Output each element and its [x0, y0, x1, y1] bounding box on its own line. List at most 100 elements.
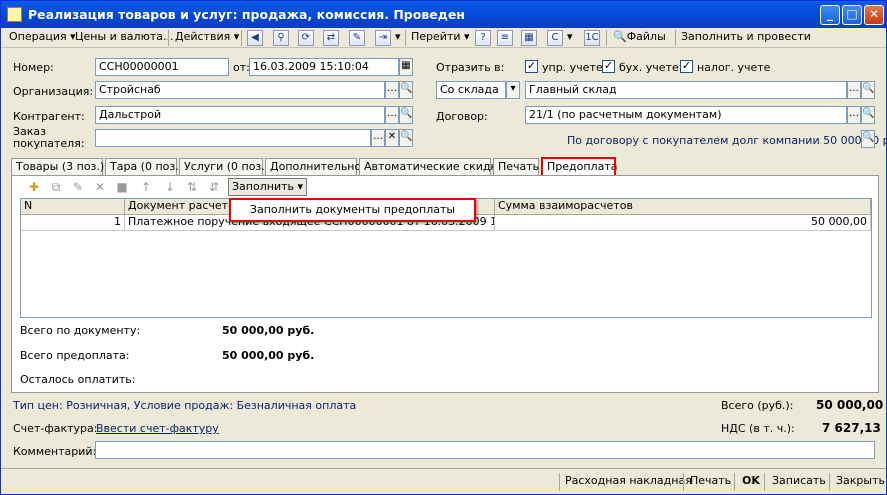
bottom-separator [734, 473, 735, 491]
back-icon[interactable]: ◀ [247, 30, 263, 46]
column-header-n[interactable]: N [21, 199, 125, 215]
org-select-button[interactable]: … [385, 81, 399, 99]
org-search-icon[interactable]: 🔍 [399, 81, 413, 99]
total-prepay-value: 50 000,00 руб. [222, 349, 315, 362]
table-cell-n[interactable]: 1 [21, 215, 125, 231]
files-button[interactable]: 🔍Файлы [611, 29, 668, 47]
search-icon: 🔍 [613, 30, 627, 43]
print-button[interactable]: Печать [688, 473, 733, 491]
from-wh-dropdown[interactable]: ▾ [506, 81, 520, 99]
date-label: от: [233, 61, 250, 74]
tab-additional[interactable]: Дополнительно [265, 158, 361, 176]
org-label: Организация: [13, 85, 94, 98]
table-cell-sum[interactable]: 50 000,00 [495, 215, 871, 231]
fill-prepayment-menu-item[interactable]: Заполнить документы предоплаты [229, 198, 476, 222]
total-prepay-label: Всего предоплата: [20, 349, 130, 362]
order-select-button[interactable]: … [371, 129, 385, 147]
chevron-down-icon[interactable]: ▾ [393, 29, 403, 47]
invoice-label: Счет-фактура: [13, 422, 98, 435]
close-button[interactable]: Закрыть [834, 473, 887, 491]
move-down-icon[interactable]: ↓ [162, 179, 178, 195]
tab-prepayment[interactable]: Предоплата [541, 157, 617, 177]
tab-services[interactable]: Услуги (0 поз.) [179, 158, 269, 176]
debt-info: По договору с покупателем долг компании … [567, 134, 887, 147]
order-search-icon[interactable]: 🔍 [399, 129, 413, 147]
warehouse-field[interactable]: Главный склад [525, 81, 847, 99]
chk-acc-label: бух. учете [619, 61, 679, 74]
create-based-icon[interactable]: ✎ [349, 30, 365, 46]
comment-field[interactable] [95, 441, 875, 459]
close-window-button[interactable]: ✕ [864, 5, 884, 25]
prices-button[interactable]: Цены и валюта... [73, 29, 175, 47]
total-label: Всего (руб.): [721, 399, 794, 412]
tab-containers[interactable]: Тара (0 поз.) [105, 158, 183, 176]
sort-desc-icon[interactable]: ⇵ [206, 179, 222, 195]
list-icon[interactable]: ≡ [497, 30, 513, 46]
delete-row-icon[interactable]: ✕ [92, 179, 108, 195]
total-value: 50 000,00 [816, 398, 884, 412]
warehouse-select-button[interactable]: … [847, 81, 861, 99]
bottom-separator [764, 473, 765, 491]
from-wh-field[interactable]: Со склада [436, 81, 506, 99]
vat-value: 7 627,13 [822, 421, 881, 435]
total-doc-value: 50 000,00 руб. [222, 324, 315, 337]
waybill-button[interactable]: Расходная накладная [563, 473, 694, 491]
warehouse-search-icon[interactable]: 🔍 [861, 81, 875, 99]
actions-menu[interactable]: Действия ▾ [173, 29, 241, 47]
toolbar: Операция ▾ Цены и валюта... Действия ▾ ◀… [1, 28, 886, 48]
table-icon[interactable]: ▦ [521, 30, 537, 46]
calendar-icon[interactable]: ▦ [399, 58, 413, 76]
structure-icon[interactable]: ⚲ [273, 30, 289, 46]
chk-mgmt-checkbox[interactable]: ✓ [525, 60, 538, 73]
reflect-label: Отразить в: [436, 61, 505, 74]
chk-tax-checkbox[interactable]: ✓ [680, 60, 693, 73]
save-button[interactable]: Записать [770, 473, 828, 491]
contractor-search-icon[interactable]: 🔍 [399, 106, 413, 124]
maximize-button[interactable]: □ [842, 5, 862, 25]
fill-post-button[interactable]: Заполнить и провести [679, 29, 813, 47]
price-type-info[interactable]: Тип цен: Розничная, Условие продаж: Безн… [13, 399, 356, 412]
help-icon[interactable]: ? [475, 30, 491, 46]
org-field[interactable]: Стройснаб [95, 81, 385, 99]
goto-menu[interactable]: Перейти ▾ [409, 29, 472, 47]
end-edit-icon[interactable]: ■ [114, 179, 130, 195]
move-up-icon[interactable]: ↑ [138, 179, 154, 195]
ok-button[interactable]: OK [740, 473, 762, 491]
tab-discounts[interactable]: Автоматические скидки [359, 158, 504, 176]
fill-dropdown-button[interactable]: Заполнить ▾ [228, 178, 308, 196]
tab-print[interactable]: Печать [493, 158, 539, 176]
contract-select-button[interactable]: … [847, 106, 861, 124]
movements-icon[interactable]: ⇄ [323, 30, 339, 46]
date-field[interactable]: 16.03.2009 15:10:04 [249, 58, 399, 76]
order-field[interactable] [95, 129, 371, 147]
cml-icon[interactable]: C [547, 30, 563, 46]
debt-search-icon[interactable]: 🔍 [861, 130, 875, 148]
enter-on-basis-icon[interactable]: ⇥ [375, 30, 391, 46]
contractor-select-button[interactable]: … [385, 106, 399, 124]
add-row-icon[interactable]: ✚ [26, 179, 42, 195]
copy-row-icon[interactable]: ⧉ [48, 179, 64, 195]
chevron-down-icon[interactable]: ▾ [565, 29, 575, 47]
clear-icon[interactable]: ✕ [385, 129, 399, 147]
chk-mgmt-label: упр. учете [542, 61, 603, 74]
refresh-icon[interactable]: ⟳ [298, 30, 314, 46]
bottom-separator [829, 473, 830, 491]
bottom-separator [683, 473, 684, 491]
minimize-button[interactable]: _ [820, 5, 840, 25]
number-field[interactable]: ССН00000001 [95, 58, 229, 76]
contract-search-icon[interactable]: 🔍 [861, 106, 875, 124]
1c-icon[interactable]: 1C [584, 30, 600, 46]
number-label: Номер: [13, 61, 54, 74]
order-label-2: покупателя: [13, 137, 85, 150]
sort-asc-icon[interactable]: ⇅ [184, 179, 200, 195]
chk-acc-checkbox[interactable]: ✓ [602, 60, 615, 73]
contract-field[interactable]: 21/1 (по расчетным документам) [525, 106, 847, 124]
invoice-link[interactable]: Ввести счет-фактуру [96, 422, 219, 435]
tab-goods[interactable]: Товары (3 поз.) [11, 158, 104, 176]
comment-label: Комментарий: [13, 445, 97, 458]
edit-row-icon[interactable]: ✎ [70, 179, 86, 195]
title-bar: Реализация товаров и услуг: продажа, ком… [1, 1, 886, 28]
column-header-sum[interactable]: Сумма взаиморасчетов [495, 199, 871, 215]
operation-menu[interactable]: Операция ▾ [7, 29, 78, 47]
contractor-field[interactable]: Дальстрой [95, 106, 385, 124]
